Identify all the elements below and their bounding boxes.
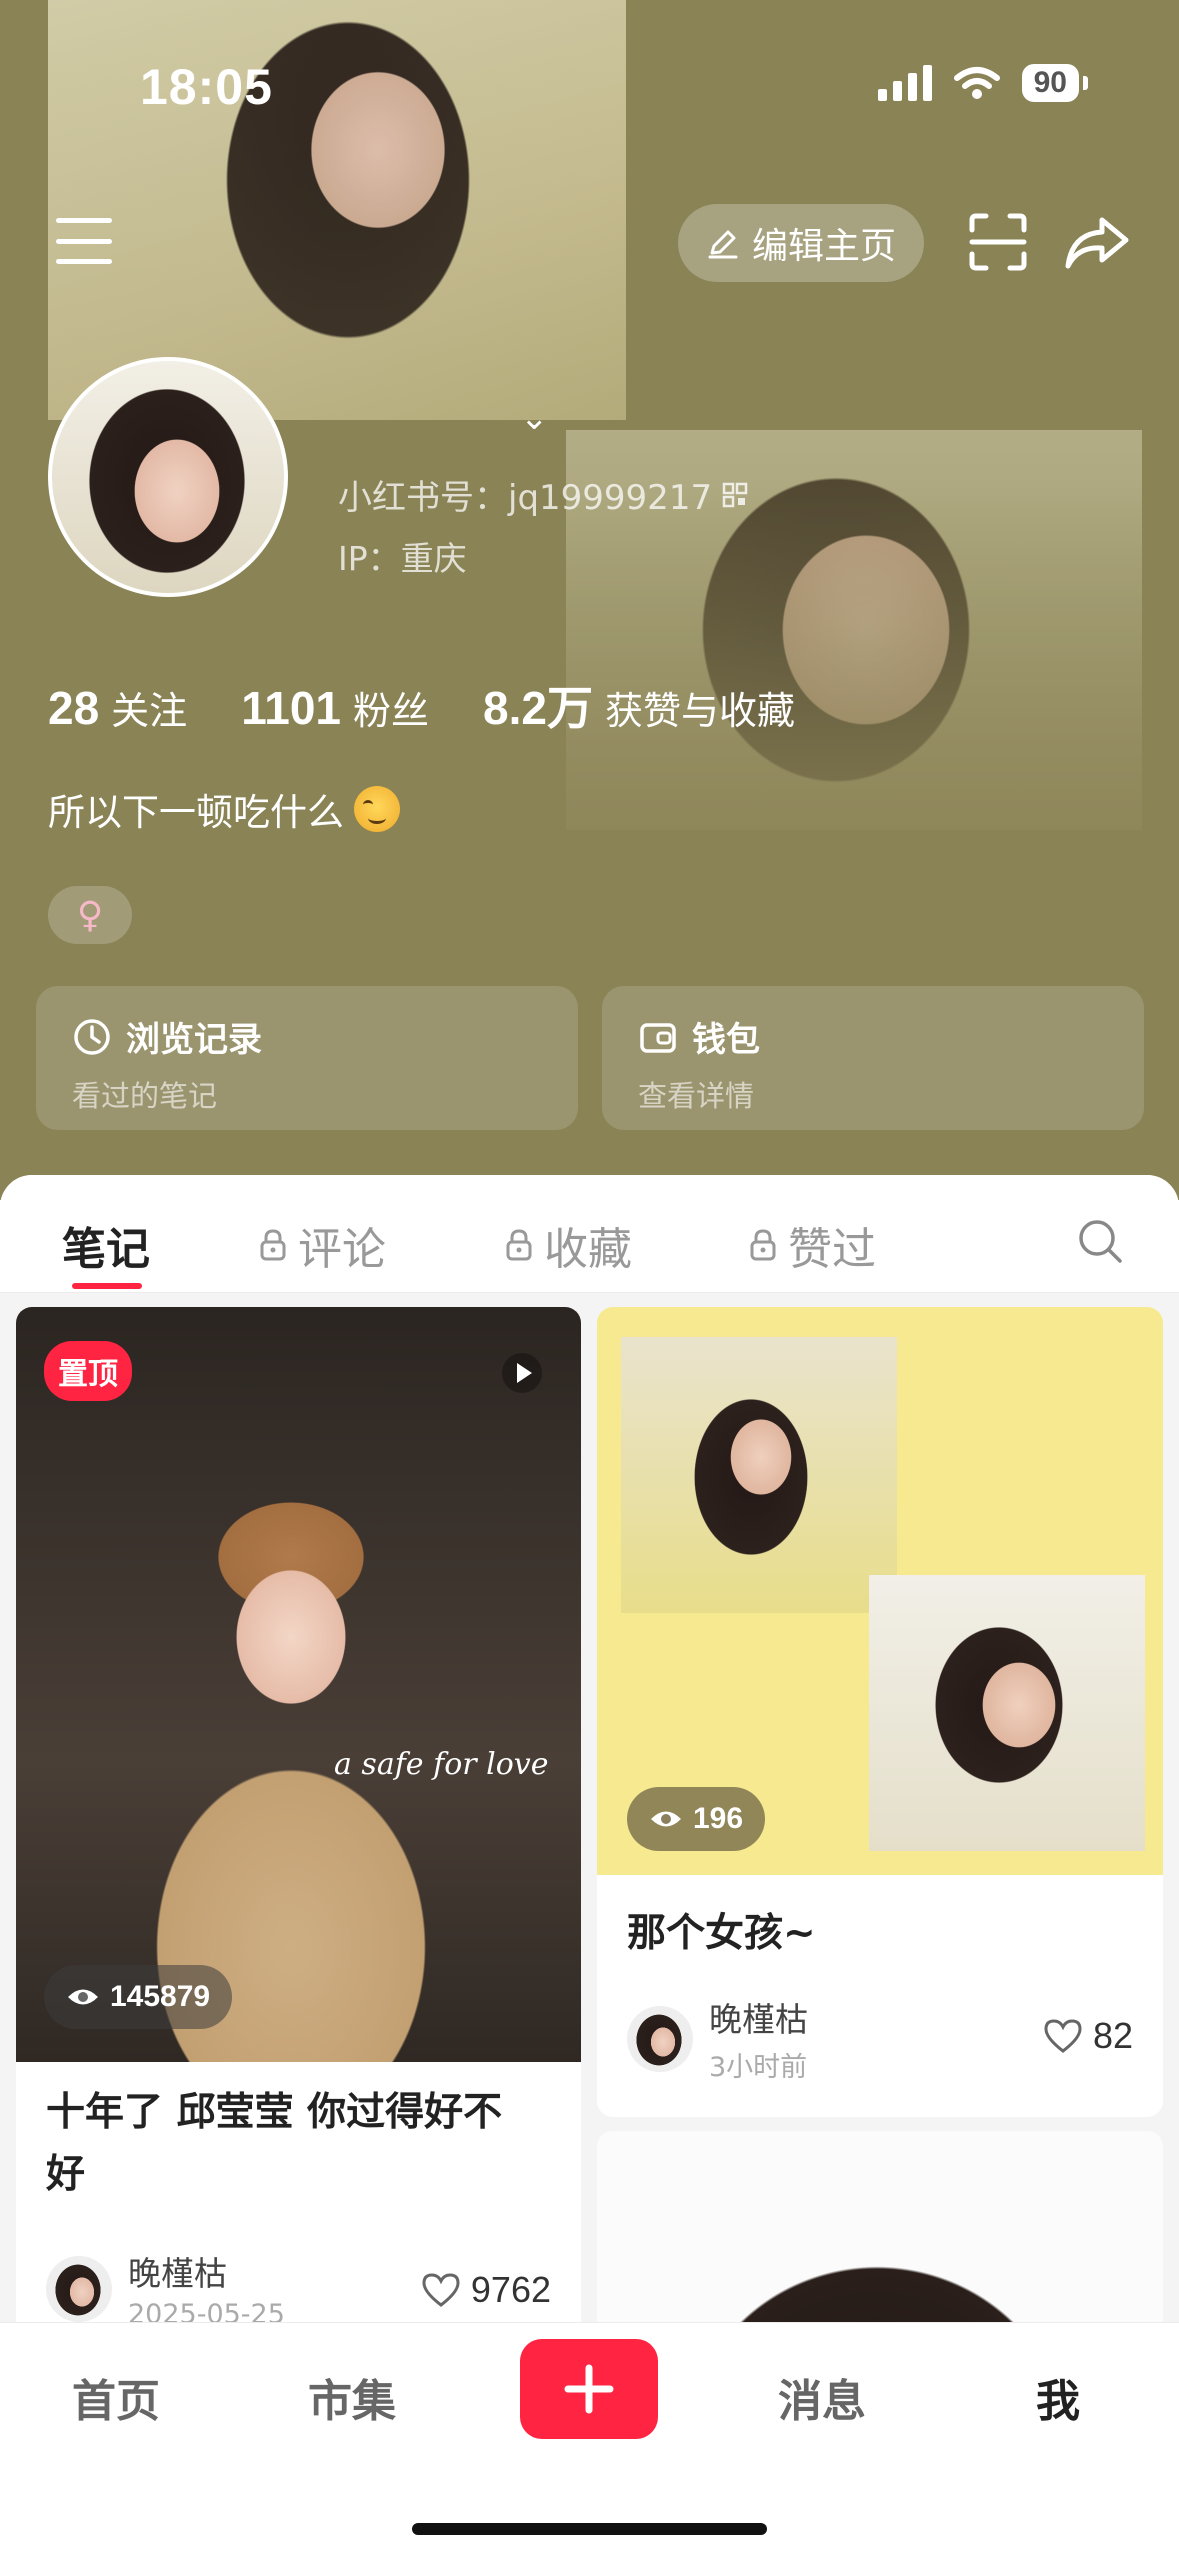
browse-history-card[interactable]: 浏览记录 看过的笔记 xyxy=(36,986,578,1130)
view-count: 196 xyxy=(627,1787,766,1851)
pinned-badge: 置顶 xyxy=(44,1341,132,1401)
profile-header: 18:05 90 编辑主页 ⌄ 小红书号：jq19999217 IP：重庆 28… xyxy=(0,0,1179,1200)
clock-icon xyxy=(74,1018,110,1055)
wallet-icon xyxy=(640,1022,676,1053)
author-avatar xyxy=(46,2255,112,2322)
edit-profile-label: 编辑主页 xyxy=(751,226,896,267)
nav-messages[interactable]: 消息 xyxy=(778,2365,866,2429)
wallet-card[interactable]: 钱包 查看详情 xyxy=(602,986,1144,1130)
note-title: 十年了 邱莹莹 你过得好不 好 xyxy=(46,2090,503,2197)
note-card[interactable]: a safe for love 置顶 145879 十年了 邱莹莹 你过得好不 … xyxy=(16,1307,581,2387)
edit-profile-button[interactable]: 编辑主页 xyxy=(678,204,924,282)
note-card[interactable]: 196 那个女孩~ 晚槿枯 3小时前 82 xyxy=(597,1307,1163,2117)
stat-likes-collections[interactable]: 8.2万 获赞与收藏 xyxy=(483,672,795,738)
red-id[interactable]: 小红书号：jq19999217 xyxy=(338,470,748,519)
ip-location: IP：重庆 xyxy=(338,539,467,578)
qr-code-icon[interactable] xyxy=(722,482,748,508)
note-title: 那个女孩~ xyxy=(627,1911,816,1956)
like-button[interactable]: 9762 xyxy=(421,2269,551,2311)
battery-icon: 90 xyxy=(1021,64,1089,102)
menu-button[interactable] xyxy=(56,218,112,264)
eye-icon xyxy=(651,1811,681,1827)
heart-icon xyxy=(1044,2019,1082,2053)
note-author[interactable]: 晚槿枯 2025-05-25 xyxy=(46,2247,285,2330)
scan-icon[interactable] xyxy=(968,212,1028,272)
wifi-icon xyxy=(953,67,1000,99)
tab-comments[interactable]: 评论 xyxy=(258,1213,386,1277)
avatar[interactable] xyxy=(48,357,288,597)
status-icons: 90 xyxy=(877,64,1089,102)
like-button[interactable]: 82 xyxy=(1043,2015,1133,2057)
cover-sign-text: a safe for love xyxy=(334,1747,549,1782)
tab-underline xyxy=(72,1283,142,1289)
note-cover-image xyxy=(16,1307,581,2062)
stat-following[interactable]: 28 关注 xyxy=(48,680,187,735)
nav-home[interactable]: 首页 xyxy=(72,2365,160,2429)
eye-icon xyxy=(68,1989,98,2005)
heart-icon xyxy=(422,2273,460,2307)
bottom-nav: 首页 市集 消息 我 xyxy=(0,2322,1179,2556)
lock-icon xyxy=(750,1229,776,1261)
tab-collections[interactable]: 收藏 xyxy=(504,1213,632,1277)
share-icon[interactable] xyxy=(1064,214,1130,270)
note-author[interactable]: 晚槿枯 3小时前 xyxy=(627,1993,808,2084)
status-time: 18:05 xyxy=(140,59,273,115)
home-indicator xyxy=(412,2523,767,2535)
cellular-signal-icon xyxy=(877,65,932,101)
lock-icon xyxy=(260,1229,286,1261)
nav-me[interactable]: 我 xyxy=(1036,2365,1080,2429)
tab-notes[interactable]: 笔记 xyxy=(62,1213,150,1277)
lock-icon xyxy=(506,1229,532,1261)
video-play-icon xyxy=(502,1353,542,1393)
tab-liked[interactable]: 赞过 xyxy=(748,1213,876,1277)
bio: 所以下一顿吃什么 xyxy=(48,782,400,836)
yum-emoji-icon xyxy=(354,786,400,832)
gender-badge: ♀ xyxy=(48,886,132,944)
chevron-down-icon[interactable]: ⌄ xyxy=(520,398,549,438)
search-icon[interactable] xyxy=(1076,1217,1124,1265)
view-count: 145879 xyxy=(44,1965,233,2029)
nav-market[interactable]: 市集 xyxy=(308,2365,396,2429)
author-avatar xyxy=(627,2005,693,2072)
profile-tabs: 笔记 评论 收藏 赞过 xyxy=(0,1175,1179,1293)
plus-icon xyxy=(564,2364,614,2414)
pencil-icon xyxy=(708,230,738,259)
publish-button[interactable] xyxy=(520,2339,658,2439)
profile-stats: 28 关注 1101 粉丝 8.2万 获赞与收藏 xyxy=(48,672,795,738)
stat-followers[interactable]: 1101 粉丝 xyxy=(241,680,429,735)
